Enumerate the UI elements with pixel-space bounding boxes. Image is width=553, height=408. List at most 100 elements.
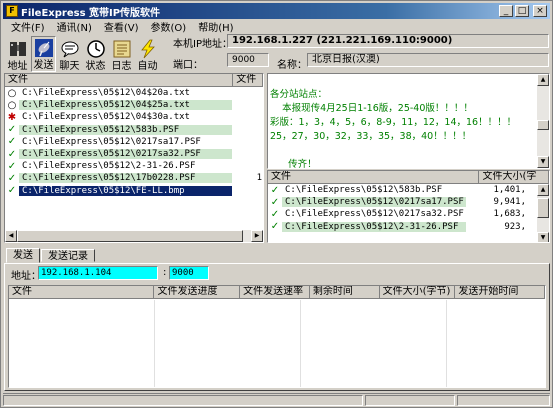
row-file-size: 1,401, [493,185,526,196]
close-button[interactable]: × [533,5,547,17]
port-label: 端口： [173,60,203,71]
message-line [270,144,525,158]
window-title: FileExpress 宽带IP传版软件 [21,7,161,19]
menu-help[interactable]: 帮助(H) [192,19,239,34]
log-book-icon [112,39,132,59]
auto-button-label: 自动 [137,61,158,72]
address-button[interactable]: 地址 [5,36,30,72]
col-file[interactable]: 文件 [9,286,155,298]
message-line: 传齐！ [270,159,317,169]
title-bar[interactable]: F FileExpress 宽带IP传版软件 _ □ × [3,3,550,19]
col-file[interactable]: 文件 [5,74,234,86]
sent-vscrollbar[interactable]: ▲ ▼ [537,184,549,242]
app-icon: F [6,5,18,17]
receive-rows: ○ C:\FileExpress\05$12\04$20a.txt ○ C:\File… [5,87,263,197]
scroll-thumb[interactable] [17,230,243,242]
chat-button[interactable]: 聊天 [57,36,82,72]
chat-button-label: 聊天 [59,61,80,72]
name-label: 名称： [277,60,307,71]
send-port-input[interactable]: 9000 [169,266,209,280]
send-tabs: 发送 发送记录 [6,248,96,263]
receive-row[interactable]: ✱ C:\FileExpress\05$12\04$30a.txt [5,111,263,123]
ip-value: 192.168.1.227 (221.221.169.110:9000) [227,34,549,48]
row-filename: C:\FileExpress\05$12\2-31-26.PSF [22,161,196,172]
row-file-size: 923, [504,221,526,232]
sent-row[interactable]: ✓ C:\FileExpress\05$12\0217sa17.PSF 9,941, [268,196,549,208]
scroll-up-arrow[interactable]: ▲ [537,74,549,86]
row-filename: C:\FileExpress\05$12\583b.PSF [19,124,232,135]
receive-row[interactable]: ✓ C:\FileExpress\05$12\0217sa32.PSF [5,148,263,160]
tab-send-log[interactable]: 发送记录 [41,249,95,262]
col-remaining[interactable]: 剩余时间 [310,286,380,298]
receive-row[interactable]: ✓ C:\FileExpress\05$12\0217sa17.PSF [5,136,263,148]
sent-row[interactable]: ✓ C:\FileExpress\05$12\0217sa32.PSF 1,683, [268,208,549,220]
row-status-icon: ✓ [7,148,17,160]
scroll-left-arrow[interactable]: ◀ [5,230,17,242]
receive-row[interactable]: ○ C:\FileExpress\05$12\04$25a.txt [5,99,263,111]
scroll-up-arrow[interactable]: ▲ [537,184,549,196]
col-file[interactable]: 文件 [268,171,480,183]
send-progress-header: 文件 文件发送进度 文件发送速率 剩余时间 文件大小(字节) 发送开始时间 [9,286,545,299]
maximize-button[interactable]: □ [515,5,529,17]
row-file-size: 9,941, [493,197,526,208]
message-panel[interactable]: 各分站站点： 本报现传4月25日1-16版，25-40版！！！！ 彩版：1，3，4… [267,73,550,169]
minimize-button[interactable]: _ [499,5,513,17]
send-button[interactable]: 发送 [31,36,56,72]
address-label: 地址： [11,271,41,282]
check-icon: ✓ [270,196,280,208]
col-progress[interactable]: 文件发送进度 [154,286,241,298]
row-status-icon: ✓ [7,160,17,172]
receive-row[interactable]: ○ C:\FileExpress\05$12\04$20a.txt [5,87,263,99]
row-filename: C:\FileExpress\05$12\0217sa32.PSF [19,149,232,160]
receive-row[interactable]: ✓ C:\FileExpress\05$12\2-31-26.PSF [5,160,263,172]
scroll-right-arrow[interactable]: ▶ [251,230,263,242]
log-button[interactable]: 日志 [109,36,134,72]
message-vscrollbar[interactable]: ▲ ▼ [537,74,549,168]
receive-file-list: 文件 文件 ○ C:\FileExpress\05$12\04$20a.txt ○ C… [4,73,264,243]
col-size[interactable]: 文件大小(字节) [380,286,456,298]
col-rate[interactable]: 文件发送速率 [240,286,310,298]
menu-file[interactable]: 文件(F) [5,19,51,34]
col-start-time[interactable]: 发送开始时间 [455,286,545,298]
scroll-down-arrow[interactable]: ▼ [537,232,549,242]
ip-label: 本机IP地址： [173,39,232,50]
row-status-icon: ✓ [7,172,17,184]
menu-network[interactable]: 通讯(N) [51,19,98,34]
log-button-label: 日志 [111,61,132,72]
message-text: 各分站站点： 本报现传4月25日1-16版，25-40版！！！！ 彩版：1，3，4… [270,88,525,169]
toolbar: 地址 发送 聊天 状态 日志 自动 [3,34,169,72]
tab-send[interactable]: 发送 [6,248,40,263]
address-input[interactable]: 192.168.1.104 [38,266,158,280]
row-filename: C:\FileExpress\05$12\04$20a.txt [22,88,190,99]
sent-file-list: 文件 文件大小(字 ✓ C:\FileExpress\05$12\583b.PSF… [267,170,550,243]
col-file-size[interactable]: 文件大小(字 [479,171,549,183]
sent-row[interactable]: ✓ C:\FileExpress\05$12\583b.PSF 1,401, [268,184,549,196]
scroll-thumb[interactable] [537,120,549,130]
message-line: 各分站站点： [270,89,328,100]
row-col2: 1 [256,173,262,184]
clock-icon [86,39,106,59]
col-file-2[interactable]: 文件 [233,74,263,86]
message-line: 本报现传4月25日1-16版，25-40版！！！！ [270,103,473,114]
send-button-label: 发送 [33,60,54,71]
address-book-icon [8,39,28,59]
name-value: 北京日报(汉澳) [307,53,549,67]
scroll-down-arrow[interactable]: ▼ [537,156,549,168]
receive-row[interactable]: ✓ C:\FileExpress\05$12\583b.PSF [5,124,263,136]
receive-row[interactable]: ✓ C:\FileExpress\05$12\17b0228.PSF 1 [5,172,263,184]
menu-view[interactable]: 查看(V) [98,19,145,34]
check-icon: ✓ [270,184,280,196]
row-file-size: 1,683, [493,209,526,220]
receive-hscrollbar[interactable]: ◀ ▶ [5,230,263,242]
row-filename: C:\FileExpress\05$12\04$25a.txt [19,100,232,111]
row-status-icon: ✱ [7,111,17,123]
menu-options[interactable]: 参数(O) [145,19,193,34]
scroll-thumb[interactable] [537,198,549,218]
row-status-icon: ○ [7,87,17,99]
status-button-label: 状态 [85,61,106,72]
check-icon: ✓ [270,221,280,233]
auto-button[interactable]: 自动 [135,36,160,72]
receive-row[interactable]: ✓ C:\FileExpress\05$12\FE-LL.bmp [5,185,263,197]
sent-row[interactable]: ✓ C:\FileExpress\05$12\2-31-26.PSF 923, [268,221,549,233]
status-button[interactable]: 状态 [83,36,108,72]
